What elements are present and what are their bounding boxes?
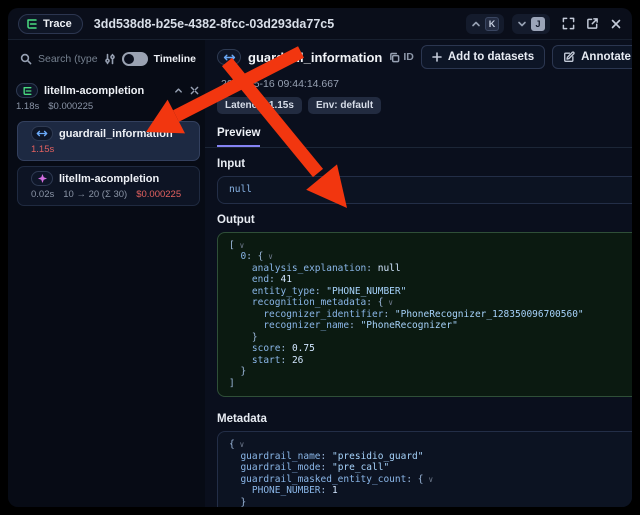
- observation-detail-panel: guardrail_information ID Add to datasets: [205, 40, 632, 507]
- add-to-datasets-label: Add to datasets: [448, 51, 534, 63]
- tab-preview[interactable]: Preview: [217, 127, 260, 147]
- page-title: guardrail_information: [248, 50, 382, 65]
- expand-fullscreen-button[interactable]: [562, 17, 575, 30]
- env-badge: Env: default: [308, 97, 381, 114]
- tree-item-label: guardrail_information: [59, 128, 173, 140]
- collapse-icon[interactable]: [174, 86, 183, 95]
- latency-value: 1.15s: [31, 144, 54, 155]
- timeline-toggle[interactable]: [122, 52, 148, 66]
- trace-type-badge: Trace: [18, 14, 83, 34]
- latency-badge: Latency: 1.15s: [217, 97, 302, 114]
- trace-tree-sidebar: Search (type, titl Timeline: [8, 40, 205, 507]
- latency-value: 0.02s: [31, 189, 54, 200]
- span-node-icon: [31, 126, 53, 141]
- copy-id-button[interactable]: ID: [389, 51, 414, 63]
- annotate-button[interactable]: Annotate: [552, 45, 632, 69]
- trace-id: 3dd538d8-b25e-4382-8fcc-03d293da77c5: [94, 17, 334, 31]
- tree-item-root-acompletion[interactable]: litellm-acompletion 1.18s $0.000225: [16, 83, 199, 112]
- open-external-button[interactable]: [586, 17, 599, 30]
- span-type-icon: [217, 49, 241, 65]
- keycap-k: K: [485, 17, 499, 31]
- chevron-down-icon: [517, 19, 527, 29]
- collapse-all-icon[interactable]: [190, 86, 199, 95]
- id-label: ID: [403, 51, 414, 63]
- generation-node-icon: [31, 171, 53, 186]
- detail-tabs: Preview: [205, 123, 632, 148]
- copy-icon: [389, 52, 400, 63]
- input-section-title: Input: [217, 158, 245, 170]
- search-icon: [20, 53, 32, 65]
- nav-previous-button[interactable]: K: [466, 14, 504, 34]
- tree-item-label: litellm-acompletion: [59, 173, 159, 185]
- tree-item-guardrail-information[interactable]: guardrail_information 1.15s: [17, 121, 200, 161]
- list-tree-icon: [26, 18, 38, 30]
- input-json-viewer[interactable]: null: [217, 176, 632, 204]
- filter-sliders-icon[interactable]: [104, 53, 116, 65]
- output-json-viewer[interactable]: [ ∨ 0: { ∨ analysis_explanation: null en…: [217, 232, 632, 398]
- trace-detail-window: Trace 3dd538d8-b25e-4382-8fcc-03d293da77…: [8, 8, 632, 507]
- cost-value: $0.000225: [136, 189, 181, 200]
- metadata-json-viewer[interactable]: { ∨ guardrail_name: "presidio_guard" gua…: [217, 431, 632, 507]
- search-input[interactable]: Search (type, titl: [38, 53, 98, 65]
- annotate-label: Annotate: [581, 51, 631, 63]
- latency-value: 1.18s: [16, 101, 39, 112]
- edit-pencil-icon: [563, 51, 575, 63]
- trace-badge-label: Trace: [43, 18, 72, 30]
- timeline-toggle-label: Timeline: [154, 53, 196, 65]
- cost-value: $0.000225: [48, 101, 93, 112]
- chevron-up-icon: [471, 19, 481, 29]
- trace-node-icon: [16, 83, 38, 98]
- tree-item-child-acompletion[interactable]: litellm-acompletion 0.02s 10 → 20 (Σ 30)…: [17, 166, 200, 206]
- window-titlebar: Trace 3dd538d8-b25e-4382-8fcc-03d293da77…: [8, 8, 632, 40]
- add-to-datasets-button[interactable]: Add to datasets: [421, 45, 545, 69]
- plus-icon: [432, 52, 442, 62]
- close-button[interactable]: [610, 18, 622, 30]
- tree-item-label: litellm-acompletion: [44, 85, 144, 97]
- output-section-title: Output: [217, 214, 255, 226]
- toggle-knob: [124, 54, 134, 64]
- token-usage: 10 → 20 (Σ 30): [63, 189, 127, 200]
- metadata-section-title: Metadata: [217, 413, 267, 425]
- observation-timestamp: 2025-05-16 09:44:14.667: [221, 78, 632, 90]
- keycap-j: J: [531, 17, 545, 31]
- nav-next-button[interactable]: J: [512, 14, 550, 34]
